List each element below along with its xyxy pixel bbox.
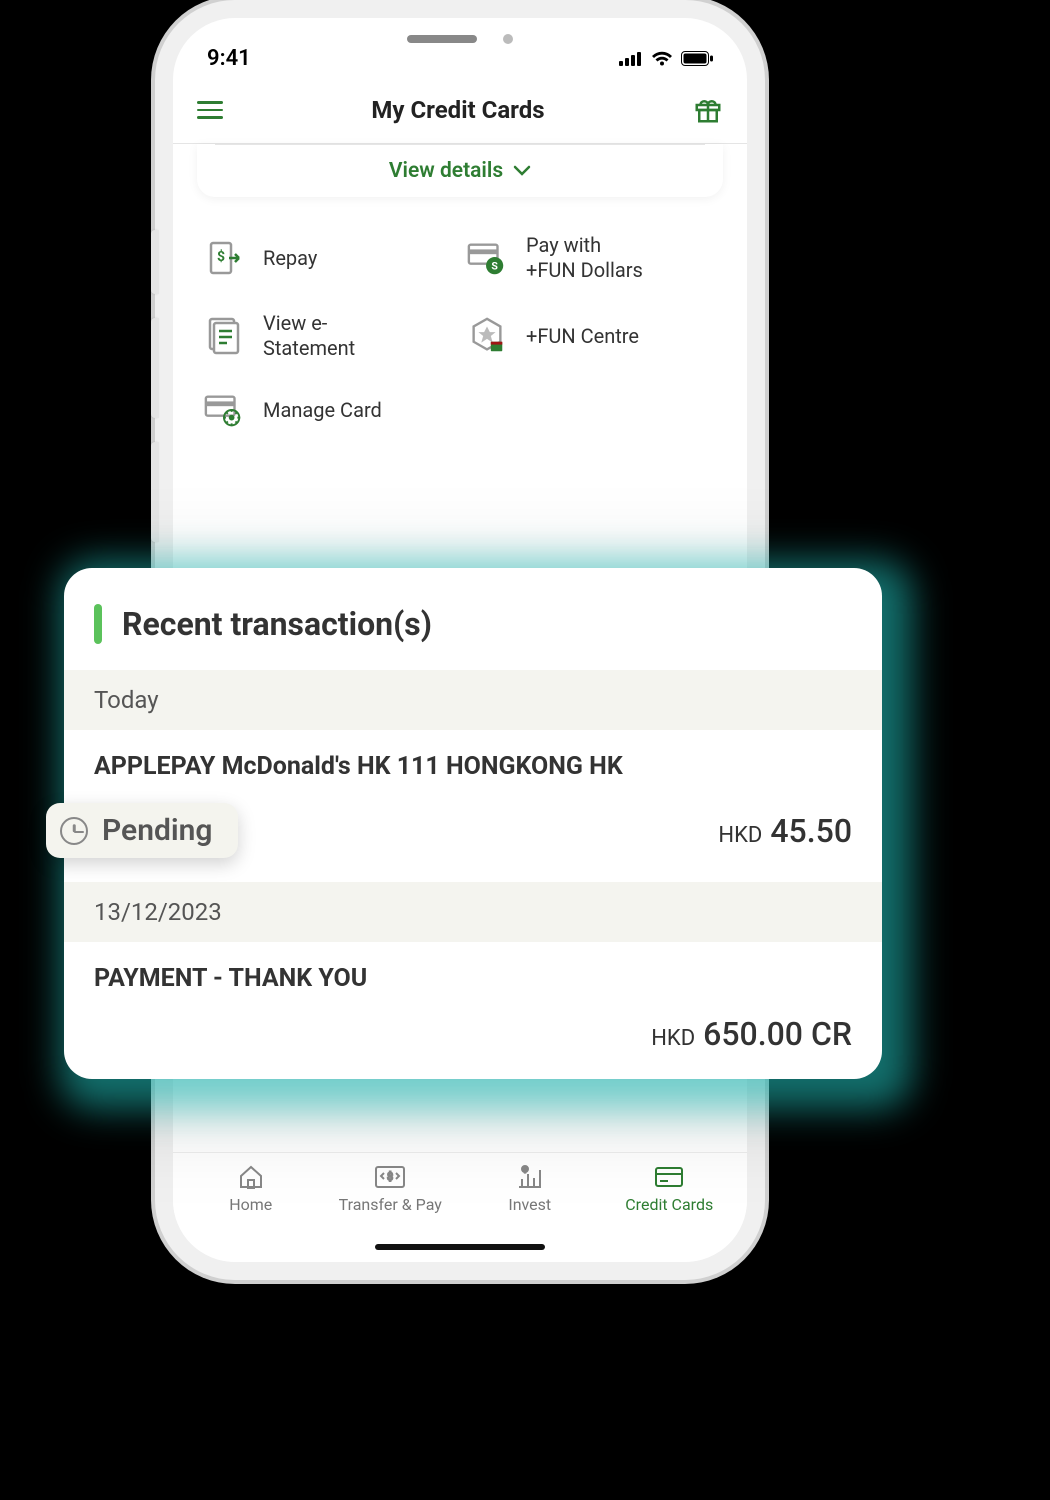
home-icon — [234, 1163, 268, 1191]
tab-credit-cards[interactable]: Credit Cards — [600, 1163, 740, 1262]
transaction-amount: HKD 45.50 — [718, 812, 852, 850]
action-view-estatement[interactable]: View e-Statement — [203, 311, 454, 361]
menu-icon[interactable] — [197, 101, 223, 119]
section-title: Recent transaction(s) — [122, 605, 432, 643]
chevron-down-icon — [513, 165, 531, 177]
transfer-icon: $ — [373, 1163, 407, 1191]
action-repay[interactable]: $ Repay — [203, 233, 454, 283]
pay-fun-icon: S — [466, 237, 508, 279]
action-label: Repay — [263, 246, 317, 271]
action-label: View e-Statement — [263, 311, 355, 361]
transaction-row[interactable]: APPLEPAY McDonald's HK 111 HONGKONG HK P… — [64, 730, 882, 870]
svg-text:$: $ — [217, 248, 225, 265]
svg-text:S: S — [491, 259, 498, 272]
action-fun-centre[interactable]: +FUN Centre — [466, 311, 717, 361]
action-manage-card[interactable]: Manage Card — [203, 389, 454, 431]
date-group-label: 13/12/2023 — [64, 882, 882, 942]
app-header: My Credit Cards — [173, 81, 747, 144]
transaction-row[interactable]: PAYMENT - THANK YOU HKD 650.00 CR — [64, 942, 882, 1065]
tab-home[interactable]: Home — [181, 1163, 321, 1262]
tab-label: Invest — [508, 1195, 551, 1214]
action-label: Pay with+FUN Dollars — [526, 233, 643, 283]
cellular-icon — [619, 52, 643, 66]
transactions-callout: Recent transaction(s) Today APPLEPAY McD… — [64, 568, 882, 1079]
invest-icon: $ — [513, 1163, 547, 1191]
gift-icon[interactable] — [693, 95, 723, 125]
page-title: My Credit Cards — [371, 96, 544, 124]
clock-icon — [60, 817, 88, 845]
status-label: Pending — [102, 813, 212, 848]
transaction-amount: HKD 650.00 CR — [651, 1015, 852, 1053]
date-group-label: Today — [64, 670, 882, 730]
fun-centre-icon — [466, 315, 508, 357]
wifi-icon — [651, 51, 673, 67]
view-details-link[interactable]: View details — [197, 159, 723, 183]
estatement-icon — [203, 315, 245, 357]
tab-label: Home — [229, 1195, 272, 1214]
svg-text:$: $ — [387, 1170, 393, 1183]
device-side-buttons — [151, 230, 159, 566]
view-details-label: View details — [389, 159, 503, 183]
transaction-merchant: APPLEPAY McDonald's HK 111 HONGKONG HK — [94, 752, 852, 781]
repay-icon: $ — [203, 237, 245, 279]
credit-card-icon — [652, 1163, 686, 1191]
action-pay-fun-dollars[interactable]: S Pay with+FUN Dollars — [466, 233, 717, 283]
tab-label: Transfer & Pay — [339, 1195, 442, 1214]
device-notch — [407, 34, 513, 44]
actions-grid: $ Repay S Pay with+FUN Dollars View e-St… — [173, 215, 747, 431]
action-label: Manage Card — [263, 398, 382, 423]
recent-transactions-header: Recent transaction(s) — [64, 568, 882, 670]
tab-label: Credit Cards — [625, 1195, 713, 1214]
home-indicator[interactable] — [375, 1244, 545, 1250]
status-icons — [619, 51, 713, 67]
card-summary: View details — [197, 144, 723, 197]
status-bar: 9:41 — [173, 18, 747, 81]
action-label: +FUN Centre — [526, 324, 639, 349]
pending-badge: Pending — [46, 803, 238, 858]
status-time: 9:41 — [207, 46, 251, 71]
accent-bar — [94, 604, 102, 644]
manage-card-icon — [203, 389, 245, 431]
battery-icon — [681, 51, 713, 66]
transaction-merchant: PAYMENT - THANK YOU — [94, 964, 852, 993]
